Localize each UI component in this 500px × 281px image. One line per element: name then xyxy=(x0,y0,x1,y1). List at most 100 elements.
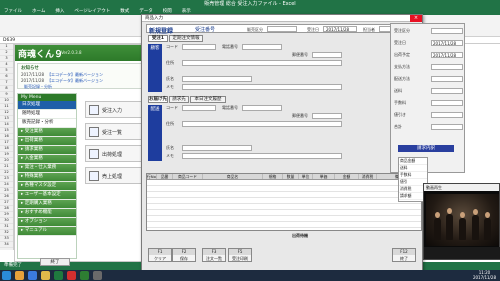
menu-item-5[interactable]: ▸ 請求業務 xyxy=(18,146,76,155)
cust-name-field[interactable] xyxy=(182,76,252,82)
fkey-label: クリア xyxy=(154,256,166,261)
printer-icon xyxy=(89,171,99,181)
tile-label: 売上処理 xyxy=(102,174,123,180)
summary-value-2[interactable]: 2017/11/28 xyxy=(431,52,463,58)
order-date-field[interactable]: 2017/11/28 xyxy=(323,26,357,32)
menu-item-0[interactable]: 日次処理 xyxy=(18,101,76,110)
dlv-zip-field[interactable] xyxy=(312,113,342,119)
cust-zip-field[interactable] xyxy=(312,52,342,58)
menu-item-3[interactable]: ▸ 受注業務 xyxy=(18,128,76,137)
video-controls[interactable] xyxy=(424,247,500,259)
explorer-icon[interactable] xyxy=(15,271,24,280)
head-label-3: 担当者 xyxy=(363,27,375,32)
grid-header-5: 数量 xyxy=(283,174,299,179)
cust-phone-field[interactable] xyxy=(242,44,282,50)
menu-item-6[interactable]: ▸ 入金業務 xyxy=(18,155,76,164)
cust-zip-label: 郵便番号 xyxy=(292,52,308,57)
excel-menu-4[interactable]: 数式 xyxy=(120,8,129,15)
summary-value-7[interactable] xyxy=(431,112,463,118)
cust-code-field[interactable] xyxy=(182,44,216,50)
close-button[interactable]: × xyxy=(410,15,422,22)
menu-item-8[interactable]: ▸ 特殊業務 xyxy=(18,173,76,182)
menu-item-2[interactable]: 販売記録・分析 xyxy=(18,119,76,128)
menu-item-14[interactable]: ▸ マニュアル xyxy=(18,227,76,236)
grid-header-6: 単位 xyxy=(299,174,313,179)
cust-phone-label: 電話番号 xyxy=(222,44,238,49)
dlv-code-field[interactable] xyxy=(182,105,216,111)
printer-icon xyxy=(89,127,99,137)
grid-header-0: 行No xyxy=(147,174,157,179)
cust-address-field[interactable] xyxy=(182,60,342,66)
excel-menu-1[interactable]: ホーム xyxy=(32,8,45,15)
tile-label: 受注入力 xyxy=(102,108,123,114)
menu-item-13[interactable]: ▸ オプション xyxy=(18,218,76,227)
excel-icon[interactable] xyxy=(54,271,63,280)
tab-delivery[interactable]: お届け先 xyxy=(148,96,168,103)
cust-name-label: 氏名 xyxy=(166,76,174,81)
line-items-grid[interactable]: 行No品番商品コード商品名規格数量単位単価金額消費税備考 xyxy=(146,173,422,231)
summary-label-4: 配送方法 xyxy=(394,76,410,81)
delivery-bar: 配送 xyxy=(148,105,162,161)
tab-order-1[interactable]: 受注1 xyxy=(148,35,168,42)
summary-value-5[interactable] xyxy=(431,88,463,94)
tab-billing[interactable]: 請求先 xyxy=(169,96,189,103)
summary-value-1[interactable]: 2017/11/28 xyxy=(431,40,463,46)
clock: 11:20 2017/11/28 xyxy=(473,270,496,281)
fkey-F12[interactable]: F12 終了 xyxy=(392,248,416,262)
menu-item-10[interactable]: ▸ ユーザー基本設定 xyxy=(18,191,76,200)
fkey-F5[interactable]: F5 受注印刷 xyxy=(228,248,252,262)
menu-item-4[interactable]: ▸ 出荷業務 xyxy=(18,137,76,146)
dlv-phone-field[interactable] xyxy=(242,105,282,111)
app-red-icon[interactable] xyxy=(67,271,76,280)
fkey-F2[interactable]: F2 保存 xyxy=(172,248,196,262)
notice-date: 2017/11/28 xyxy=(21,72,45,77)
media-icon[interactable] xyxy=(93,271,102,280)
summary-label-5: 送料 xyxy=(394,88,402,93)
fkey-F1[interactable]: F1 クリア xyxy=(148,248,172,262)
shoukon-icon[interactable] xyxy=(80,271,89,280)
video-frame[interactable] xyxy=(426,194,499,246)
menu-item-9[interactable]: ▸ 各種マスタ設定 xyxy=(18,182,76,191)
video-player-window: 動画再生 xyxy=(423,183,500,260)
summary-label-7: 値引き xyxy=(394,112,406,117)
excel-menu-0[interactable]: ファイル xyxy=(4,8,22,15)
summary-value-3[interactable] xyxy=(431,64,463,70)
summary-value-4[interactable] xyxy=(431,76,463,82)
summary-value-8[interactable] xyxy=(431,124,463,130)
printer-icon xyxy=(89,149,99,159)
menu-item-11[interactable]: ▸ 定期購入業務 xyxy=(18,200,76,209)
dlv-memo-field[interactable] xyxy=(182,153,342,159)
table-row[interactable] xyxy=(147,222,421,228)
grid-header-2: 商品コード xyxy=(173,174,203,179)
dlv-address-field[interactable] xyxy=(182,121,342,127)
ie-icon[interactable] xyxy=(28,271,37,280)
dlv-name-field[interactable] xyxy=(182,145,252,151)
tab-today-history[interactable]: 本日注文履歴 xyxy=(190,96,226,103)
video-title: 動画再生 xyxy=(424,184,499,191)
app-exit-button[interactable]: 終了 xyxy=(40,258,70,266)
menu-item-7[interactable]: ▸ 発注・仕入業務 xyxy=(18,164,76,173)
excel-menu-3[interactable]: ページレイアウト xyxy=(74,8,110,15)
row-header: 34 xyxy=(0,242,13,248)
folder-icon[interactable] xyxy=(41,271,50,280)
menu-item-12[interactable]: ▸ おすすめ機能 xyxy=(18,209,76,218)
grid-header-9: 消費税 xyxy=(359,174,377,179)
summary-value-0[interactable] xyxy=(431,28,463,34)
tab-subscription[interactable]: 定期注文情報 xyxy=(169,35,203,42)
grid-header-8: 金額 xyxy=(335,174,359,179)
fkey-F3[interactable]: F3 注文一覧 xyxy=(202,248,226,262)
taskbar xyxy=(0,270,500,281)
my-menu: My Menu 日次処理 随時処理 販売記録・分析 ▸ 受注業務 ▸ 出荷業務 ▸ 請求業… xyxy=(17,93,77,259)
menu-item-1[interactable]: 随時処理 xyxy=(18,110,76,119)
notice-link[interactable]: 【エコデータ】最新バージョン xyxy=(47,78,103,83)
sales-type-field[interactable] xyxy=(267,26,297,32)
fkey-label: 保存 xyxy=(180,256,188,261)
start-button[interactable] xyxy=(2,271,11,280)
cust-memo-field[interactable] xyxy=(182,84,342,90)
excel-menu-2[interactable]: 挿入 xyxy=(55,8,64,15)
tile-label: 出荷処理 xyxy=(102,152,123,158)
notice-link[interactable]: 販売記録・分析 xyxy=(24,84,52,89)
dlv-phone-label: 電話番号 xyxy=(222,105,238,110)
notice-link[interactable]: 【エコデータ】最新バージョン xyxy=(47,72,103,77)
summary-value-6[interactable] xyxy=(431,100,463,106)
